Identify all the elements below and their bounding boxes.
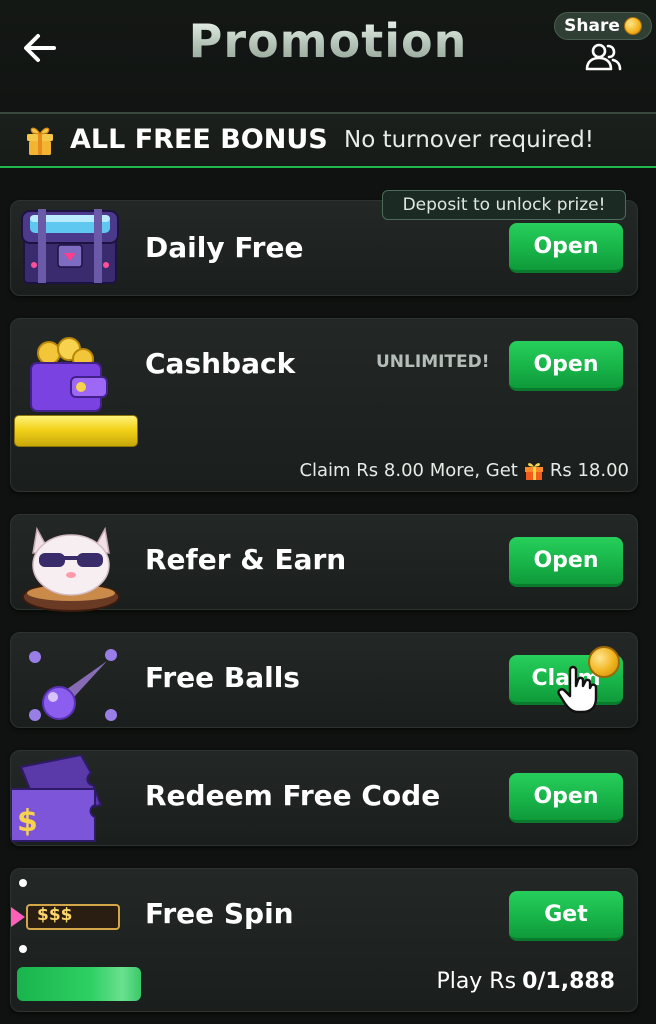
free-spin-progress-bar [17,967,141,1001]
free-spin-play-info: Play Rs 0/1,888 [436,969,615,994]
card-cashback: Cashback UNLIMITED! Open Claim Rs 8.00 M… [10,318,638,492]
gift-icon [524,463,543,480]
card-title-redeem: Redeem Free Code [145,779,441,812]
ticket-icon: $ [11,755,103,842]
card-title-daily-free: Daily Free [145,231,304,264]
hand-pointer-icon [557,665,598,714]
cashback-open-button[interactable]: Open [509,341,623,391]
ball-icon [29,649,117,721]
cashback-claim-text: Claim Rs 8.00 More, Get [299,459,518,481]
free-bonus-banner: ALL FREE BONUS No turnover required! [0,112,656,168]
refer-open-button[interactable]: Open [509,537,623,587]
free-spin-get-button[interactable]: Get [509,891,623,941]
card-title-refer: Refer & Earn [145,543,347,576]
redeem-open-button[interactable]: Open [509,773,623,823]
unlimited-tag: UNLIMITED! [376,352,490,372]
play-label: Play Rs [436,969,517,994]
header: Promotion Share [0,0,656,112]
daily-free-open-button[interactable]: Open [509,223,623,273]
card-redeem-code: $ Redeem Free Code Open [10,750,638,846]
cat-icon [22,526,120,612]
deposit-note: Deposit to unlock prize! [382,190,626,220]
play-value: 0/1,888 [522,969,615,994]
card-free-balls: Free Balls Claim [10,632,638,728]
card-title-free-balls: Free Balls [145,661,300,694]
wallet-icon [30,337,108,412]
users-icon[interactable] [584,42,622,72]
svg-text:$: $ [17,804,38,839]
bonus-subtitle: No turnover required! [344,127,595,153]
card-title-cashback: Cashback [145,347,296,380]
cashback-claim-info: Claim Rs 8.00 More, Get Rs 18.00 [299,459,629,481]
cashback-reward: Rs 18.00 [549,459,629,481]
treasure-chest-icon [21,209,119,284]
card-free-spin: $$$ Free Spin Get Play Rs 0/1,888 [10,868,638,1012]
bonus-title: ALL FREE BONUS [70,124,328,155]
gift-icon [27,127,53,155]
ticket-label: $$$ [37,905,73,925]
coin-icon [623,17,642,35]
share-button[interactable]: Share [554,12,652,40]
card-refer-earn: Refer & Earn Open [10,514,638,612]
cashback-progress-bar [14,415,138,447]
card-title-free-spin: Free Spin [145,897,294,930]
share-label: Share [564,16,620,36]
